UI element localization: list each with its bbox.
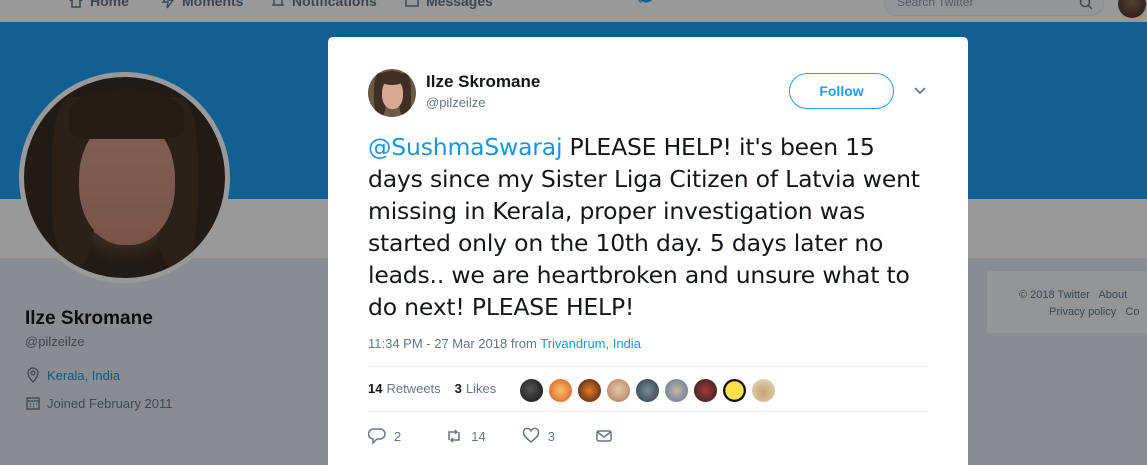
liker-avatar[interactable] (606, 378, 631, 403)
envelope-icon (596, 430, 612, 442)
tweet-from-label: from (510, 336, 537, 351)
divider (368, 366, 928, 367)
tweet-permalink-modal: Ilze Skromane @pilzeilze Follow @SushmaS… (328, 37, 968, 465)
tweet-author-avatar[interactable] (368, 69, 416, 117)
divider (368, 411, 928, 412)
liker-avatar[interactable] (751, 378, 776, 403)
tweet-action-bar: 2 14 3 (368, 427, 613, 445)
liker-avatar[interactable] (722, 378, 747, 403)
tweet-author-handle[interactable]: @pilzeilze (426, 95, 485, 110)
like-button[interactable]: 3 (522, 427, 555, 445)
liker-avatar[interactable] (519, 378, 544, 403)
follow-button[interactable]: Follow (789, 73, 894, 109)
liker-avatar[interactable] (693, 378, 718, 403)
liker-avatar[interactable] (664, 378, 689, 403)
tweet-timestamp[interactable]: 11:34 PM - 27 Mar 2018 (368, 336, 507, 351)
tweet-mention-link[interactable]: @SushmaSwaraj (368, 133, 562, 161)
liker-avatar[interactable] (635, 378, 660, 403)
liker-avatar[interactable] (577, 378, 602, 403)
likes-label: Likes (465, 381, 497, 396)
direct-message-button[interactable] (595, 427, 613, 445)
retweets-label: Retweets (386, 381, 441, 396)
tweet-body: PLEASE HELP! it's been 15 days since my … (368, 133, 920, 321)
retweet-count: 14 (471, 428, 486, 444)
retweet-icon (448, 429, 460, 443)
heart-icon (522, 427, 539, 443)
likers-avatar-list (519, 378, 776, 403)
tweet-source-location-link[interactable]: Trivandrum, India (540, 336, 641, 351)
liker-avatar[interactable] (548, 378, 573, 403)
likes-count: 3 (454, 381, 462, 396)
retweets-stat[interactable]: 14 Retweets (368, 381, 441, 396)
likes-stat[interactable]: 3 Likes (455, 381, 497, 396)
chevron-down-icon[interactable] (912, 85, 928, 97)
reply-count: 2 (394, 428, 402, 444)
retweets-count: 14 (368, 381, 383, 396)
tweet-metadata: 11:34 PM - 27 Mar 2018 from Trivandrum, … (368, 336, 641, 351)
tweet-text: @SushmaSwaraj PLEASE HELP! it's been 15 … (368, 131, 928, 323)
reply-button[interactable]: 2 (368, 427, 401, 445)
tweet-stats: 14 Retweets 3 Likes (368, 381, 496, 396)
tweet-author-name[interactable]: Ilze Skromane (426, 72, 540, 92)
reply-icon (368, 428, 386, 445)
like-count: 3 (547, 428, 555, 444)
retweet-button[interactable]: 14 (445, 427, 486, 445)
